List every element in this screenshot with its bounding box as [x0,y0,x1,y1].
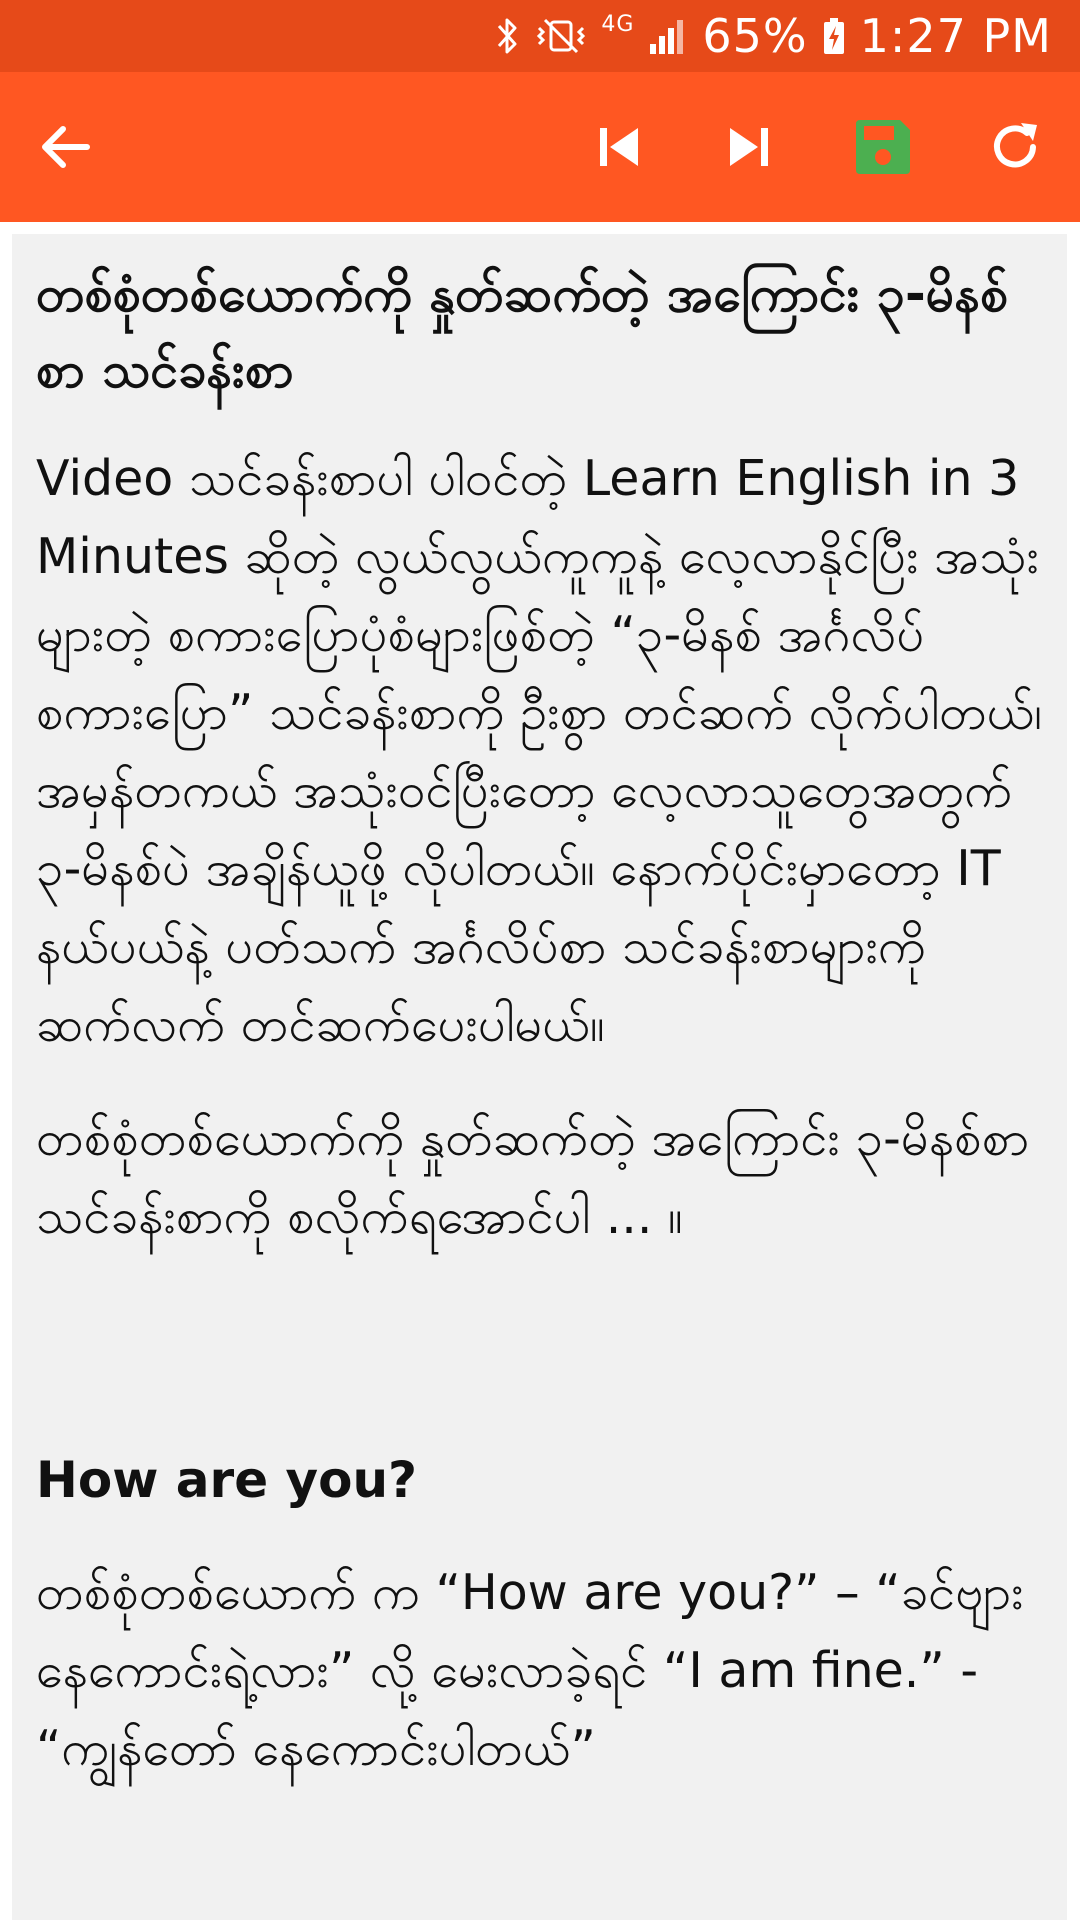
clock: 1:27 PM [859,9,1052,63]
save-button[interactable] [848,112,918,182]
network-4g-icon: 4G [601,11,635,37]
signal-icon [648,16,688,56]
skip-next-icon [726,124,772,170]
article-intro: Video သင်ခန်းစာပါ ပါဝင်တဲ့ Learn English… [36,450,1043,1053]
bluetooth-icon [495,16,521,56]
battery-charging-icon [822,16,846,56]
next-button[interactable] [714,112,784,182]
status-icons: 4G 65% 1:27 PM [495,0,1052,72]
article-title: တစ်စုံတစ်ယောက်ကို နှုတ်ဆက်တဲ့ အကြောင်း ၃… [36,265,1009,399]
battery-level: 65% [702,9,808,63]
refresh-icon [987,119,1043,175]
back-arrow-icon [37,119,93,175]
article-card: တစ်စုံတစ်ယောက်ကို နှုတ်ဆက်တဲ့ အကြောင်း ၃… [12,234,1067,1920]
article-lead-in: တစ်စုံတစ်ယောက်ကို နှုတ်ဆက်တဲ့ အကြောင်း ၃… [36,1110,1030,1245]
section-heading: How are you? [36,1451,418,1509]
status-bar: 4G 65% 1:27 PM [0,0,1080,72]
toolbar [0,72,1080,222]
vibrate-icon [535,16,587,56]
refresh-button[interactable] [980,112,1050,182]
back-button[interactable] [30,112,100,182]
skip-previous-icon [596,124,642,170]
previous-button[interactable] [584,112,654,182]
article-body: တစ်စုံတစ်ယောက် က “How are you?” – “ခင်ဗျ… [36,1564,1024,1777]
save-icon [854,118,912,176]
